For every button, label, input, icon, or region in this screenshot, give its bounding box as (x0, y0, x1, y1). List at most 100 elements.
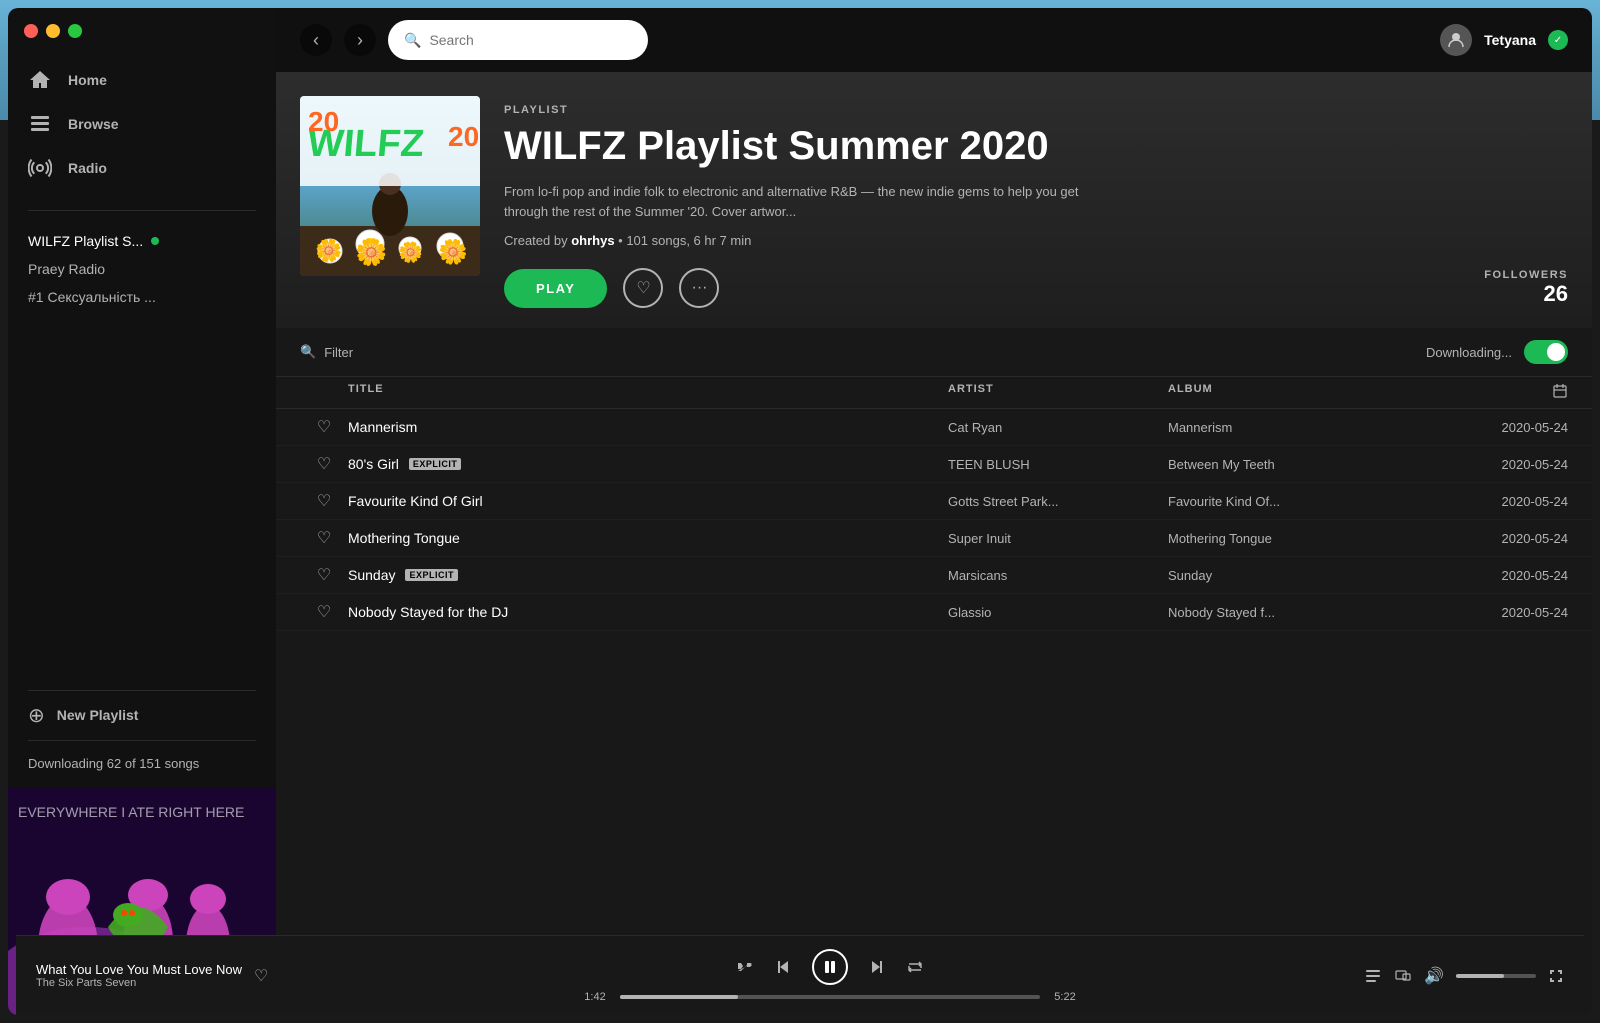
track-row[interactable]: ♡ Sunday EXPLICIT Marsicans Sunday 2020-… (276, 557, 1592, 594)
track-row[interactable]: ♡ 80's Girl EXPLICIT TEEN BLUSH Between … (276, 446, 1592, 483)
sidebar-item-home[interactable]: Home (8, 58, 276, 102)
svg-text:EVERYWHERE I ATE RIGHT HERE: EVERYWHERE I ATE RIGHT HERE (18, 804, 244, 820)
svg-text:🌼: 🌼 (315, 238, 342, 263)
radio-label: Radio (68, 160, 107, 176)
fullscreen-button[interactable] (1548, 968, 1564, 984)
topbar: ‹ › 🔍 Tetyana ✓ (276, 8, 1592, 72)
maximize-button[interactable] (68, 24, 82, 38)
more-options-button[interactable]: ··· (679, 268, 719, 308)
search-input[interactable] (429, 32, 632, 48)
sidebar: Home Browse (8, 8, 276, 1015)
radio-icon (28, 156, 52, 180)
track-album-0: Mannerism (1168, 420, 1448, 435)
track-date-2: 2020-05-24 (1448, 494, 1568, 509)
track-name-0: Mannerism (348, 419, 417, 435)
nav-menu: Home Browse (8, 46, 276, 202)
track-heart-3[interactable]: ♡ (300, 528, 348, 548)
devices-icon[interactable] (1394, 967, 1412, 985)
window-controls (8, 8, 276, 46)
minimize-button[interactable] (46, 24, 60, 38)
playlist-list: WILFZ Playlist S... Praey Radio #1 Сексу… (8, 219, 276, 690)
sidebar-item-radio[interactable]: Radio (8, 146, 276, 190)
track-row[interactable]: ♡ Mothering Tongue Super Inuit Mothering… (276, 520, 1592, 557)
sidebar-item-wilfz[interactable]: WILFZ Playlist S... (8, 227, 276, 255)
track-date-1: 2020-05-24 (1448, 457, 1568, 472)
track-album-1: Between My Teeth (1168, 457, 1448, 472)
track-artist-5: Glassio (948, 605, 1168, 620)
new-playlist-button[interactable]: ⊕ New Playlist (8, 691, 276, 740)
checkmark-badge: ✓ (1548, 30, 1568, 50)
track-album-5: Nobody Stayed f... (1168, 605, 1448, 620)
home-icon (28, 68, 52, 92)
plus-icon: ⊕ (28, 703, 45, 728)
player-heart-button[interactable]: ♡ (254, 966, 268, 986)
track-name-cell-4: Sunday EXPLICIT (348, 567, 948, 583)
progress-bar: 1:42 5:22 (580, 991, 1080, 1003)
track-name-3: Mothering Tongue (348, 530, 460, 546)
previous-button[interactable] (774, 958, 792, 976)
filter-bar: 🔍 Filter Downloading... (276, 328, 1592, 377)
playlist-title: WILFZ Playlist Summer 2020 (504, 124, 1568, 168)
track-list: 🔍 Filter Downloading... TITLE ARTIST (276, 328, 1592, 1015)
track-row[interactable]: ♡ Favourite Kind Of Girl Gotts Street Pa… (276, 483, 1592, 520)
shuffle-button[interactable] (736, 958, 754, 976)
like-button[interactable]: ♡ (623, 268, 663, 308)
explicit-badge-1: EXPLICIT (409, 458, 462, 470)
track-heart-2[interactable]: ♡ (300, 491, 348, 511)
download-toggle-switch[interactable] (1524, 340, 1568, 364)
track-name-cell-1: 80's Girl EXPLICIT (348, 456, 948, 472)
total-time: 5:22 (1050, 991, 1080, 1003)
filter-icon: 🔍 (300, 344, 316, 360)
search-bar[interactable]: 🔍 (388, 20, 648, 60)
track-heart-0[interactable]: ♡ (300, 417, 348, 437)
followers-count: 26 (1484, 281, 1568, 307)
sidebar-item-praey[interactable]: Praey Radio (8, 255, 276, 283)
player-controls (736, 949, 924, 985)
track-row[interactable]: ♡ Mannerism Cat Ryan Mannerism 2020-05-2… (276, 409, 1592, 446)
track-artist-4: Marsicans (948, 568, 1168, 583)
toggle-knob (1547, 343, 1565, 361)
filter-input-area[interactable]: 🔍 Filter (300, 344, 353, 360)
track-date-4: 2020-05-24 (1448, 568, 1568, 583)
player-artist: The Six Parts Seven (36, 977, 242, 989)
sidebar-item-browse[interactable]: Browse (8, 102, 276, 146)
track-artist-2: Gotts Street Park... (948, 494, 1168, 509)
progress-track[interactable] (620, 995, 1040, 999)
player-left: What You Love You Must Love Now The Six … (36, 962, 356, 989)
playlist-header: WILFZ 20 20 🌼 (276, 72, 1592, 328)
track-heart-5[interactable]: ♡ (300, 602, 348, 622)
main-content: ‹ › 🔍 Tetyana ✓ (276, 8, 1592, 1015)
play-button[interactable]: PLAY (504, 269, 607, 308)
svg-text:🌼: 🌼 (355, 237, 387, 267)
volume-bar[interactable] (1456, 974, 1536, 978)
track-heart-1[interactable]: ♡ (300, 454, 348, 474)
track-artist-3: Super Inuit (948, 531, 1168, 546)
next-button[interactable] (868, 958, 886, 976)
player-track-name: What You Love You Must Love Now (36, 962, 242, 977)
track-album-2: Favourite Kind Of... (1168, 494, 1448, 509)
track-table-header: TITLE ARTIST ALBUM (276, 377, 1592, 409)
track-name-cell-5: Nobody Stayed for the DJ (348, 604, 948, 620)
wilfz-playlist-label: WILFZ Playlist S... (28, 233, 143, 249)
repeat-button[interactable] (906, 958, 924, 976)
active-dot (151, 237, 159, 245)
queue-icon[interactable] (1364, 967, 1382, 985)
track-name-2: Favourite Kind Of Girl (348, 493, 483, 509)
track-date-5: 2020-05-24 (1448, 605, 1568, 620)
back-button[interactable]: ‹ (300, 24, 332, 56)
forward-button[interactable]: › (344, 24, 376, 56)
sidebar-item-sexy[interactable]: #1 Сексуальність ... (8, 283, 276, 311)
track-heart-4[interactable]: ♡ (300, 565, 348, 585)
pause-button[interactable] (812, 949, 848, 985)
followers-section: FOLLOWERS 26 (1484, 269, 1568, 307)
sidebar-divider-1 (28, 210, 256, 211)
username-label: Tetyana (1484, 32, 1536, 48)
avatar (1440, 24, 1472, 56)
playlist-artwork: WILFZ 20 20 🌼 (300, 96, 480, 276)
close-button[interactable] (24, 24, 38, 38)
downloading-label: Downloading... (1426, 345, 1512, 360)
filter-placeholder: Filter (324, 345, 353, 360)
new-playlist-label: New Playlist (57, 707, 139, 723)
track-row[interactable]: ♡ Nobody Stayed for the DJ Glassio Nobod… (276, 594, 1592, 631)
browse-label: Browse (68, 116, 119, 132)
